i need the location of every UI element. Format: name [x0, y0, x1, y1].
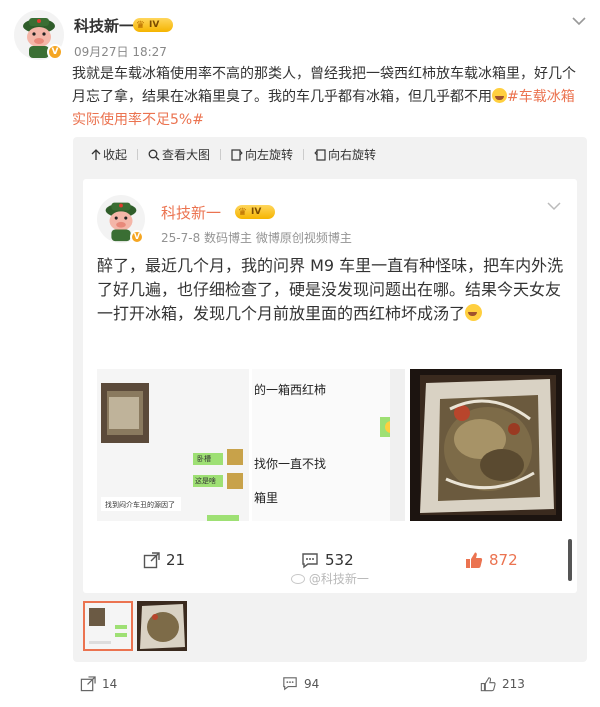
verified-badge-icon: V: [130, 230, 144, 244]
rotate-right-button[interactable]: 向右旋转: [314, 146, 386, 163]
weibo-logo-icon: [291, 574, 305, 584]
comment-icon: [283, 677, 297, 691]
repost-like-button[interactable]: 872: [465, 551, 518, 569]
collapse-label: 收起: [103, 148, 128, 162]
laugh-cry-emoji-icon: [492, 88, 507, 103]
repost-like-count: 872: [489, 551, 518, 569]
laugh-cry-emoji-icon: [465, 304, 483, 321]
divider: [303, 149, 305, 160]
fridge-photo-image[interactable]: [410, 369, 562, 521]
image-toolbar: 收起 查看大图 向左旋转 向右旋转: [91, 146, 386, 163]
post-action-bar: 14 94 213: [0, 676, 600, 700]
chat-bubble: 卧槽: [197, 455, 211, 463]
share-icon: [80, 676, 96, 692]
large-image-card[interactable]: V 科技新一 ♛ IV 25-7-8 数码博主 微博原创视频博主 醉了，最近几个月…: [83, 179, 577, 593]
repost-author-name[interactable]: 科技新一: [161, 202, 221, 223]
rotate-left-label: 向左旋转: [245, 148, 294, 162]
repost-container: 收起 查看大图 向左旋转 向右旋转 V 科技新一 ♛ IV 25-7-8 数码博…: [73, 137, 587, 662]
repost-text-body: 醉了，最近几个月，我的问界 M9 车里一直有种怪味，把车内外洗了好几遍，也仔细检…: [97, 256, 564, 323]
watermark-text: @科技新一: [308, 572, 369, 586]
chevron-down-icon[interactable]: [547, 199, 561, 215]
author-name[interactable]: 科技新一: [74, 15, 134, 36]
collapse-button[interactable]: 收起: [91, 146, 137, 163]
rotate-right-icon: [314, 148, 326, 161]
weibo-post: V 科技新一 ♛ IV 09月27日 18:27 我就是车载冰箱使用率不高的那类人…: [0, 0, 600, 707]
thumbs-up-icon: [480, 677, 496, 692]
divider: [137, 149, 139, 160]
repost-share-count: 21: [166, 551, 186, 569]
post-timestamp[interactable]: 09月27日 18:27: [74, 43, 167, 60]
share-count: 14: [102, 677, 118, 691]
image-thumbnail-1[interactable]: [83, 601, 133, 651]
repost-text: 醉了，最近几个月，我的问界 M9 车里一直有种怪味，把车内外洗了好几遍，也仔细检…: [97, 254, 567, 326]
chat-line: 的一箱西红柿: [254, 383, 327, 397]
view-large-button[interactable]: 查看大图: [148, 146, 220, 163]
view-large-label: 查看大图: [162, 148, 211, 162]
comment-icon: [302, 552, 318, 568]
share-button[interactable]: 14: [80, 676, 117, 692]
repost-comment-count: 532: [325, 551, 354, 569]
image-thumbnail-2[interactable]: [137, 601, 187, 651]
level-text: IV: [149, 20, 160, 30]
watermark: @科技新一: [291, 570, 369, 587]
thumbs-up-icon: [466, 552, 483, 568]
chat-bubble: 这是啥: [195, 477, 216, 485]
comment-count: 94: [304, 676, 320, 691]
level-badge: ♛ IV: [133, 18, 173, 32]
chat-text-image[interactable]: 的一箱西红柿 找你一直不找 箱里: [252, 369, 405, 521]
crown-icon: ♛: [238, 207, 247, 218]
post-text: 我就是车载冰箱使用率不高的那类人，曾经我把一袋西红柿放车载冰箱里，好几个月忘了拿…: [72, 63, 587, 132]
repost-comment-button[interactable]: 532: [301, 551, 354, 569]
rotate-right-label: 向右旋转: [328, 148, 377, 162]
arrow-up-icon: [91, 148, 101, 160]
comment-button[interactable]: 94: [282, 676, 319, 691]
repost-meta: 25-7-8 数码博主 微博原创视频博主: [161, 231, 352, 245]
scrollbar[interactable]: [568, 539, 572, 581]
like-button[interactable]: 213: [480, 676, 525, 692]
chat-line: 找到闷介车丑的源因了: [105, 501, 175, 509]
chat-line: 箱里: [254, 491, 279, 505]
level-text: IV: [251, 207, 262, 217]
chat-line: 找你一直不找: [254, 457, 327, 471]
magnifier-icon: [148, 149, 160, 160]
level-badge: ♛ IV: [235, 205, 275, 219]
chat-screenshot-image[interactable]: 卧槽 这是啥 找到闷介车丑的源因了: [97, 369, 249, 521]
chevron-down-icon[interactable]: [572, 10, 586, 31]
divider: [220, 149, 222, 160]
rotate-left-icon: [231, 148, 243, 161]
share-icon: [143, 551, 160, 568]
chat-edge: [390, 369, 405, 521]
verified-badge-icon: V: [47, 44, 63, 60]
like-count: 213: [502, 677, 525, 691]
repost-share-button[interactable]: 21: [143, 551, 185, 569]
crown-icon: ♛: [136, 20, 145, 31]
rotate-left-button[interactable]: 向左旋转: [231, 146, 303, 163]
